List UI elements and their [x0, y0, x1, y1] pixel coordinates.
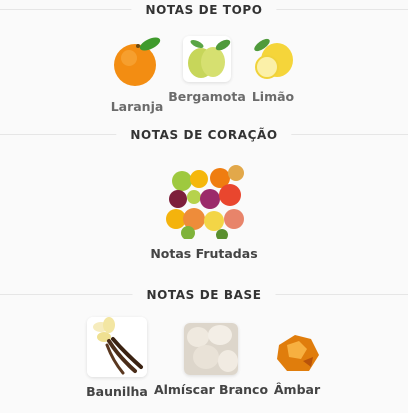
- white-musk-icon: [184, 323, 238, 375]
- note-laranja[interactable]: Laranja: [106, 32, 168, 114]
- note-label: Bergamota: [168, 89, 246, 104]
- note-bergamota[interactable]: Bergamota: [168, 36, 246, 104]
- note-ambar[interactable]: Âmbar: [270, 331, 324, 397]
- note-label: Âmbar: [273, 382, 321, 397]
- note-label: Notas Frutadas: [150, 246, 258, 261]
- heart-notes-heading: NOTAS DE CORAÇÃO: [116, 127, 292, 143]
- lemon-icon: [250, 36, 296, 82]
- top-notes-heading: NOTAS DE TOPO: [131, 2, 277, 18]
- note-baunilha[interactable]: Baunilha: [84, 317, 150, 399]
- note-limao[interactable]: Limão: [248, 36, 298, 104]
- note-label: Almíscar Branco: [153, 382, 269, 397]
- note-notas-frutadas[interactable]: Notas Frutadas: [150, 161, 258, 261]
- note-almiscar-branco[interactable]: Almíscar Branco: [154, 323, 268, 397]
- base-notes-heading: NOTAS DE BASE: [132, 287, 276, 303]
- vanilla-icon: [87, 317, 147, 377]
- note-label: Laranja: [110, 99, 164, 114]
- amber-icon: [273, 331, 321, 375]
- note-label: Baunilha: [86, 384, 148, 399]
- bergamot-icon: [183, 36, 231, 82]
- orange-icon: [107, 32, 167, 92]
- fruits-icon: [164, 161, 244, 239]
- note-label: Limão: [251, 89, 295, 104]
